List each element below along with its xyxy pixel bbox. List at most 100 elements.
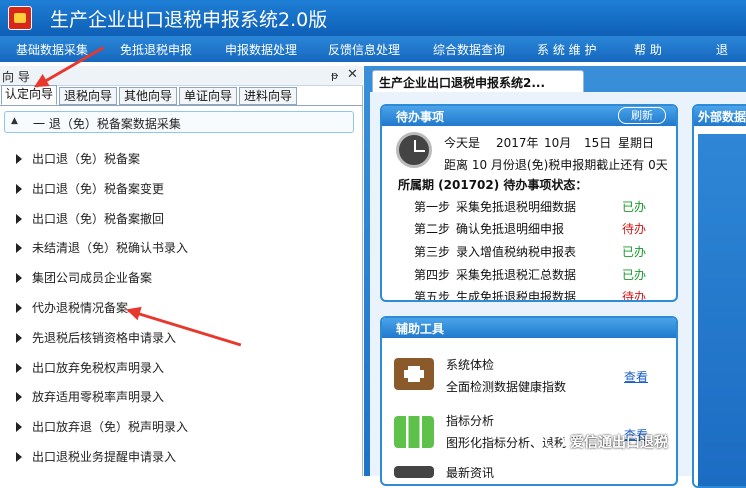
external-data-panel: 外部数据 bbox=[692, 104, 746, 488]
step-status: 已办 bbox=[622, 268, 647, 282]
tab-refund-wizard[interactable]: 退税向导 bbox=[59, 87, 117, 105]
pane-title: 向 导 bbox=[2, 70, 30, 84]
wizard-pane: 向 导 ᵽ ✕ 认定向导 退税向导 其他向导 单证向导 进料向导 ▲ 一 退（免… bbox=[0, 66, 363, 476]
tree-item[interactable]: 集团公司成员企业备案 bbox=[16, 269, 152, 289]
step-status: 待办 bbox=[622, 222, 647, 236]
tree-item-label: 先退税后核销资格申请录入 bbox=[32, 331, 177, 345]
document-tab[interactable]: 生产企业出口退税申报系统2... bbox=[372, 70, 584, 92]
external-panel-title: 外部数据 bbox=[698, 110, 746, 124]
bar-chart-icon bbox=[394, 416, 434, 448]
expand-arrow-icon bbox=[16, 363, 22, 373]
today-year: 2017年 bbox=[496, 136, 539, 150]
menu-help[interactable]: 帮 助 bbox=[634, 41, 662, 58]
tab-processing-wizard[interactable]: 进料向导 bbox=[239, 87, 297, 105]
expand-arrow-icon bbox=[16, 392, 22, 402]
tab-voucher-wizard[interactable]: 单证向导 bbox=[179, 87, 237, 105]
step-label: 第三步 bbox=[414, 245, 451, 259]
medkit-icon bbox=[394, 358, 434, 390]
watermark-text: 爱信通出口退税 bbox=[570, 435, 668, 451]
title-bar: 生产企业出口退税申报系统2.0版 bbox=[0, 0, 746, 36]
tree-item-label: 代办退税情况备案 bbox=[32, 301, 129, 315]
step-desc[interactable]: 采集免抵退税汇总数据 bbox=[456, 266, 576, 283]
step-desc[interactable]: 生成免抵退税申报数据 bbox=[456, 288, 576, 300]
expand-arrow-icon bbox=[16, 243, 22, 253]
tree-item-label: 出口退（免）税备案撤回 bbox=[32, 212, 165, 226]
tree-item[interactable]: 出口退（免）税备案变更 bbox=[16, 180, 164, 200]
expand-arrow-icon bbox=[16, 214, 22, 224]
news-icon bbox=[394, 466, 434, 478]
collapse-caret-icon: ▲ bbox=[11, 116, 18, 126]
menu-feedback[interactable]: 反馈信息处理 bbox=[328, 41, 400, 58]
menu-tax-declare[interactable]: 免抵退税申报 bbox=[120, 41, 192, 58]
tree-item-label: 集团公司成员企业备案 bbox=[32, 271, 153, 285]
tree-item-label: 出口退（免）税备案变更 bbox=[32, 182, 165, 196]
tree-item[interactable]: 代办退税情况备案 bbox=[16, 299, 128, 319]
expand-arrow-icon bbox=[16, 303, 22, 313]
step-status: 待办 bbox=[622, 290, 647, 302]
expand-arrow-icon bbox=[16, 422, 22, 432]
dashboard-area: 待办事项 刷新 今天是 2017年 10月 15日 星期日 距离 10 月份退(… bbox=[370, 92, 746, 488]
view-link[interactable]: 查看 bbox=[624, 368, 648, 385]
step-desc[interactable]: 采集免抵退税明细数据 bbox=[456, 198, 576, 215]
todo-panel-header: 待办事项 刷新 bbox=[382, 106, 676, 126]
tool-desc: 全面检测数据健康指数 bbox=[446, 380, 567, 394]
external-data-body bbox=[698, 134, 746, 486]
tab-certification-wizard[interactable]: 认定向导 bbox=[1, 85, 57, 105]
menu-data-process[interactable]: 申报数据处理 bbox=[225, 41, 297, 58]
period-text: 所属期 (201702) 待办事项状态： bbox=[398, 178, 588, 192]
expand-arrow-icon bbox=[16, 154, 22, 164]
tree-item-label: 出口放弃免税权声明录入 bbox=[32, 361, 165, 375]
tree-group-header[interactable]: ▲ 一 退（免）税备案数据采集 bbox=[4, 111, 354, 133]
tree-item[interactable]: 出口退（免）税备案撤回 bbox=[16, 210, 164, 230]
tab-other-wizard[interactable]: 其他向导 bbox=[119, 87, 177, 105]
tree-item-label: 出口退（免）税备案 bbox=[32, 152, 141, 166]
tree-item[interactable]: 出口退税业务提醒申请录入 bbox=[16, 448, 176, 468]
tree-item[interactable]: 出口退（免）税备案 bbox=[16, 150, 140, 170]
menu-basic-data[interactable]: 基础数据采集 bbox=[16, 41, 88, 58]
tree-item-label: 未结清退（免）税确认书录入 bbox=[32, 241, 189, 255]
tree-item-label: 出口放弃退（免）税声明录入 bbox=[32, 420, 189, 434]
menu-query[interactable]: 综合数据查询 bbox=[433, 41, 505, 58]
tree-item[interactable]: 放弃适用零税率声明录入 bbox=[16, 388, 164, 408]
expand-arrow-icon bbox=[16, 273, 22, 283]
close-icon[interactable]: ✕ bbox=[347, 67, 358, 82]
tree-item[interactable]: 先退税后核销资格申请录入 bbox=[16, 329, 176, 349]
tab-divider bbox=[0, 105, 363, 106]
tree-group-label: 一 退（免）税备案数据采集 bbox=[33, 117, 181, 131]
clock-icon bbox=[396, 132, 432, 168]
step-status: 已办 bbox=[622, 200, 647, 214]
external-panel-header: 外部数据 bbox=[694, 106, 746, 126]
todo-panel: 待办事项 刷新 今天是 2017年 10月 15日 星期日 距离 10 月份退(… bbox=[380, 104, 678, 302]
tree-item[interactable]: 未结清退（免）税确认书录入 bbox=[16, 239, 188, 259]
expand-arrow-icon bbox=[16, 184, 22, 194]
menu-system[interactable]: 系 统 维 护 bbox=[537, 41, 596, 58]
expand-arrow-icon bbox=[16, 333, 22, 343]
step-desc[interactable]: 确认免抵退明细申报 bbox=[456, 220, 564, 237]
tool-name: 最新资讯 bbox=[446, 466, 495, 480]
step-label: 第二步 bbox=[414, 222, 451, 236]
menu-exit[interactable]: 退 bbox=[716, 41, 728, 58]
wechat-icon bbox=[545, 434, 565, 450]
tree-item-label: 出口退税业务提醒申请录入 bbox=[32, 450, 177, 464]
tool-name: 系统体检 bbox=[446, 358, 495, 372]
today-month: 10月 bbox=[544, 136, 572, 150]
main-pane: 生产企业出口退税申报系统2... 待办事项 刷新 今天是 2017年 10月 1… bbox=[364, 66, 746, 488]
deadline-text: 距离 10 月份退(免)税申报期截止还有 0天 bbox=[444, 158, 668, 172]
tree-item[interactable]: 出口放弃退（免）税声明录入 bbox=[16, 418, 188, 438]
menu-bar: 基础数据采集 免抵退税申报 申报数据处理 反馈信息处理 综合数据查询 系 统 维… bbox=[0, 36, 746, 62]
step-label: 第一步 bbox=[414, 200, 451, 214]
tools-panel-header: 辅助工具 bbox=[382, 318, 676, 338]
tools-panel: 辅助工具 系统体检 全面检测数据健康指数 查看 指标分析 图形化指标分析、退税 … bbox=[380, 316, 678, 486]
tree-item[interactable]: 出口放弃免税权声明录入 bbox=[16, 359, 164, 379]
tool-name: 指标分析 bbox=[446, 414, 495, 428]
todo-panel-title: 待办事项 bbox=[396, 110, 445, 124]
document-tab-label: 生产企业出口退税申报系统2... bbox=[379, 76, 546, 90]
step-desc[interactable]: 录入增值税纳税申报表 bbox=[456, 243, 576, 260]
tools-panel-title: 辅助工具 bbox=[396, 322, 445, 336]
app-title: 生产企业出口退税申报系统2.0版 bbox=[50, 9, 328, 31]
step-label: 第四步 bbox=[414, 268, 451, 282]
pin-icon[interactable]: ᵽ bbox=[331, 69, 338, 82]
today-prefix: 今天是 bbox=[444, 136, 481, 150]
step-status: 已办 bbox=[622, 245, 647, 259]
refresh-button[interactable]: 刷新 bbox=[618, 107, 666, 124]
